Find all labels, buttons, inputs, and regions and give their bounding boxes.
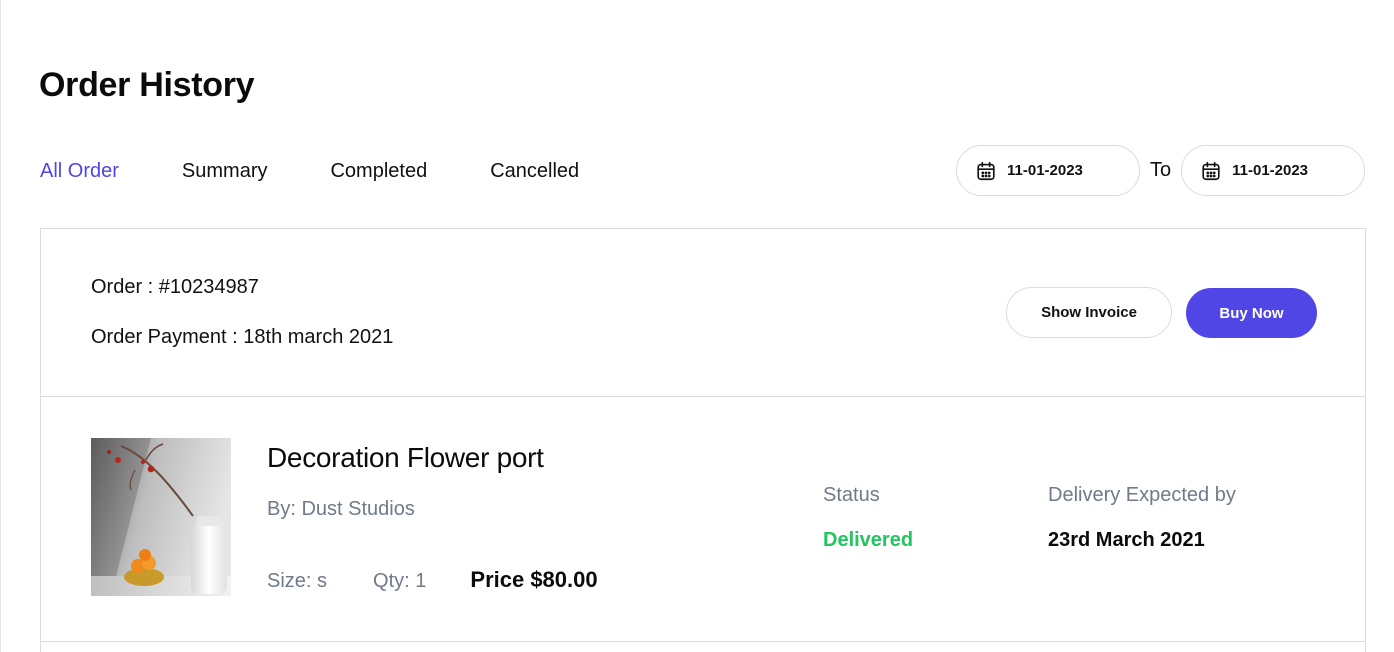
date-to-value: 11-01-2023	[1232, 162, 1309, 179]
order-history-page: Order History All Order Summary Complete…	[0, 0, 1394, 652]
order-item: Decoration Flower port By: Dust Studios …	[41, 397, 1365, 642]
tab-cancelled[interactable]: Cancelled	[490, 158, 579, 184]
product-price: Price $80.00	[470, 567, 598, 592]
tab-all-order[interactable]: All Order	[40, 158, 119, 184]
calendar-icon	[977, 161, 995, 180]
page-title: Order History	[39, 66, 255, 104]
order-card-header: Order : #10234987 Order Payment : 18th m…	[41, 229, 1365, 397]
show-invoice-button[interactable]: Show Invoice	[1006, 287, 1172, 338]
product-qty: Qty: 1	[373, 570, 427, 592]
status-badge: Delivered	[823, 529, 914, 551]
date-to-picker[interactable]: 11-01-2023	[1181, 145, 1366, 196]
status-label: Status	[823, 484, 880, 506]
order-payment-date: Order Payment : 18th march 2021	[91, 326, 394, 348]
product-vendor: By: Dust Studios	[267, 498, 415, 520]
order-tabs: All Order Summary Completed Cancelled	[40, 158, 642, 184]
product-image[interactable]	[91, 438, 231, 596]
delivery-label: Delivery Expected by	[1048, 484, 1236, 506]
delivery-date: 23rd March 2021	[1048, 529, 1205, 551]
order-number: Order : #10234987	[91, 276, 259, 298]
tab-completed[interactable]: Completed	[330, 158, 427, 184]
order-card: Order : #10234987 Order Payment : 18th m…	[40, 228, 1366, 652]
calendar-icon	[1202, 161, 1220, 180]
date-from-value: 11-01-2023	[1007, 162, 1083, 179]
buy-now-button[interactable]: Buy Now	[1186, 288, 1317, 338]
date-range-filter: 11-01-2023 To 11-01-2023	[956, 145, 1366, 196]
date-range-separator: To	[1150, 159, 1172, 181]
product-name[interactable]: Decoration Flower port	[267, 442, 544, 474]
tab-summary[interactable]: Summary	[182, 158, 268, 184]
product-size: Size: s	[267, 570, 328, 592]
product-meta: Size: s Qty: 1 Price $80.00	[267, 567, 598, 593]
date-from-picker[interactable]: 11-01-2023	[956, 145, 1140, 196]
